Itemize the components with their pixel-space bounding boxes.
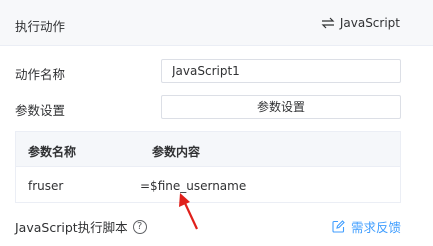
- edit-icon: [332, 220, 345, 233]
- switch-label: JavaScript: [339, 16, 400, 30]
- params-settings-button[interactable]: 参数设置: [161, 95, 401, 119]
- javascript-switch[interactable]: JavaScript: [321, 16, 400, 30]
- table-header: 参数名称 参数内容: [16, 132, 400, 167]
- swap-arrows-icon: [321, 17, 335, 29]
- action-name-input[interactable]: [161, 59, 401, 83]
- column-header-value: 参数内容: [152, 145, 201, 159]
- param-name-cell[interactable]: fruser: [28, 179, 63, 193]
- script-label-text: JavaScript执行脚本: [15, 220, 128, 235]
- column-header-name: 参数名称: [28, 145, 77, 159]
- red-arrow-annotation: [179, 193, 198, 230]
- params-label: 参数设置: [15, 103, 66, 118]
- panel-title: 执行动作: [15, 19, 66, 34]
- feedback-link[interactable]: 需求反馈: [332, 217, 401, 236]
- feedback-label: 需求反馈: [350, 220, 401, 235]
- question-circle-icon[interactable]: ?: [132, 219, 147, 234]
- action-panel-header: 执行动作 JavaScript: [0, 0, 433, 46]
- action-name-label: 动作名称: [15, 67, 66, 82]
- script-section-label: JavaScript执行脚本 ?: [15, 217, 147, 236]
- params-table: 参数名称 参数内容 fruser =$fine_username: [15, 131, 401, 203]
